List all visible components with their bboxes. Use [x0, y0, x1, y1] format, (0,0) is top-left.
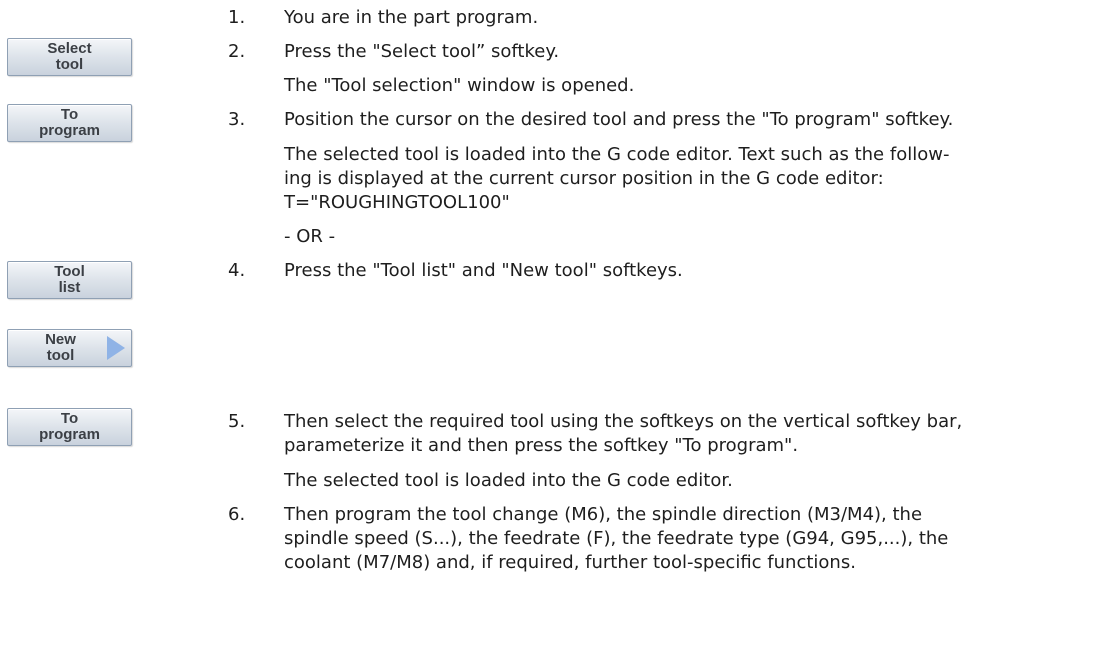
- step-text: spindle speed (S...), the feedrate (F), …: [284, 528, 949, 549]
- to-program-softkey-2[interactable]: To program: [7, 408, 132, 446]
- arrow-right-icon: [107, 336, 125, 360]
- step-text: The "Tool selection" window is opened.: [284, 75, 635, 96]
- softkey-label: To program: [39, 106, 100, 139]
- step-number: 5.: [228, 411, 246, 432]
- step-text: The selected tool is loaded into the G c…: [284, 470, 733, 491]
- step-text: parameterize it and then press the softk…: [284, 435, 799, 456]
- select-tool-softkey[interactable]: Select tool: [7, 38, 132, 76]
- step-text: Press the "Tool list" and "New tool" sof…: [284, 260, 683, 281]
- step-text: You are in the part program.: [284, 7, 539, 28]
- to-program-softkey[interactable]: To program: [7, 104, 132, 142]
- step-text: Then select the required tool using the …: [284, 411, 963, 432]
- softkey-label: Tool list: [54, 263, 85, 296]
- softkey-label: To program: [39, 410, 100, 443]
- step-number: 4.: [228, 260, 246, 281]
- step-number: 1.: [228, 7, 246, 28]
- tool-list-softkey[interactable]: Tool list: [7, 261, 132, 299]
- step-number: 3.: [228, 109, 246, 130]
- new-tool-softkey[interactable]: New tool: [7, 329, 132, 367]
- step-text: Press the "Select tool” softkey.: [284, 41, 560, 62]
- step-text: The selected tool is loaded into the G c…: [284, 144, 950, 165]
- step-text: T="ROUGHINGTOOL100": [284, 192, 510, 213]
- softkey-label: Select tool: [47, 40, 92, 73]
- step-text: ing is displayed at the current cursor p…: [284, 168, 884, 189]
- step-text: Position the cursor on the desired tool …: [284, 109, 954, 130]
- step-text: Then program the tool change (M6), the s…: [284, 504, 923, 525]
- step-number: 6.: [228, 504, 246, 525]
- or-separator: - OR -: [284, 226, 336, 247]
- step-text: coolant (M7/M8) and, if required, furthe…: [284, 552, 856, 573]
- softkey-label: New tool: [45, 331, 76, 364]
- step-number: 2.: [228, 41, 246, 62]
